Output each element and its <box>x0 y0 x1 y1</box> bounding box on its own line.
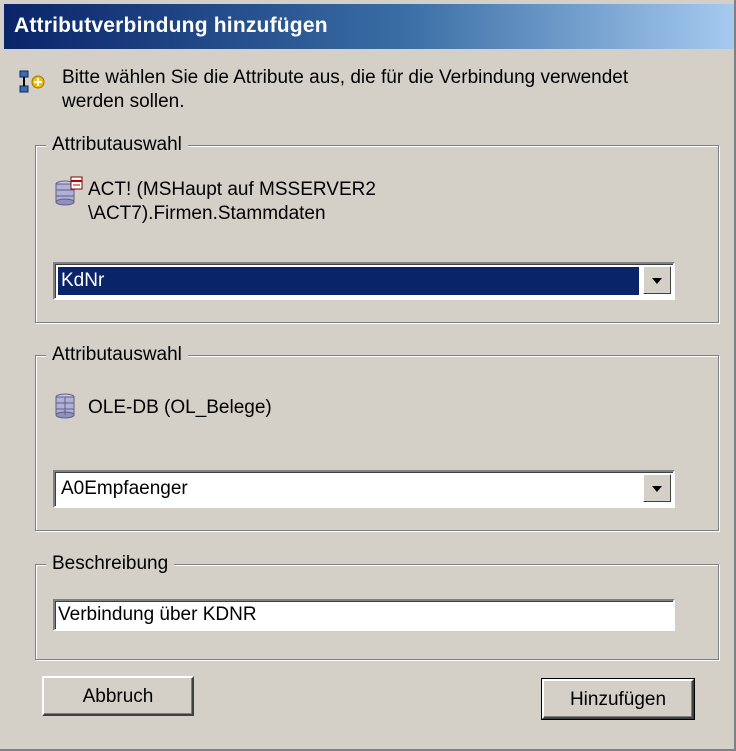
add-button[interactable]: Hinzufügen <box>541 678 695 720</box>
database-table-icon <box>55 176 83 206</box>
description-input[interactable] <box>53 599 675 631</box>
source-name-2: OLE-DB (OL_Belege) <box>88 397 272 418</box>
dialog-title: Attributverbindung hinzufügen <box>14 14 328 37</box>
chevron-down-icon[interactable] <box>643 474 671 502</box>
source-line-2: \ACT7).Firmen.Stammdaten <box>88 203 326 224</box>
group-legend-2: Attributauswahl <box>46 343 188 367</box>
attribute-selection-group-1: Attributauswahl ACT! (MSHaupt auf MSSERV… <box>35 133 719 323</box>
description-legend: Beschreibung <box>46 552 175 576</box>
combobox-value-1: KdNr <box>58 267 639 295</box>
dialog-window: Attributverbindung hinzufügen Bitte wähl… <box>0 0 736 751</box>
cancel-button[interactable]: Abbruch <box>42 676 194 716</box>
description-group: Beschreibung <box>35 552 719 660</box>
attribute-combobox-1[interactable]: KdNr <box>53 262 675 300</box>
info-text: Bitte wählen Sie die Attribute aus, die … <box>62 67 629 112</box>
group-legend-1: Attributauswahl <box>46 133 188 157</box>
attribute-combobox-2[interactable]: A0Empfaenger <box>53 470 675 508</box>
source-name-1: ACT! (MSHaupt auf MSSERVER2 \ACT7).Firme… <box>88 178 376 226</box>
attribute-selection-group-2: Attributauswahl OLE-DB (OL_Belege) A0Emp… <box>35 343 719 531</box>
combobox-value-2: A0Empfaenger <box>61 478 188 499</box>
title-bar[interactable]: Attributverbindung hinzufügen <box>4 4 734 49</box>
chevron-down-icon[interactable] <box>643 266 671 294</box>
source-line-1: ACT! (MSHaupt auf MSSERVER2 <box>88 179 376 200</box>
database-table-icon <box>55 393 75 419</box>
link-attribute-add-icon <box>19 70 45 93</box>
